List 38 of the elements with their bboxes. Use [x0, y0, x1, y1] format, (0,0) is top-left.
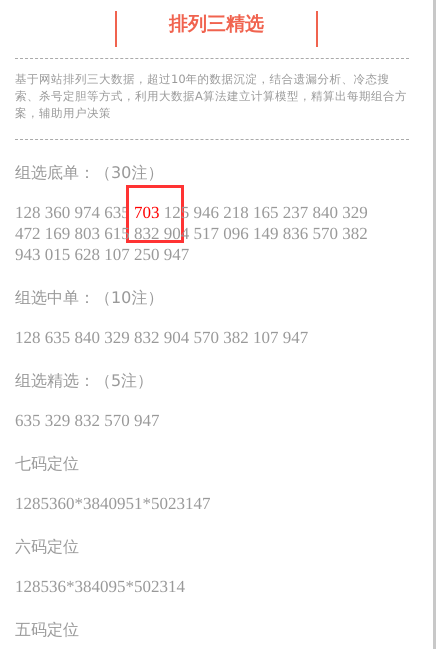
page-title: 排列三精选 — [115, 11, 318, 47]
number-text: 382 — [342, 224, 368, 243]
number-text: 360 — [44, 203, 70, 222]
numbers-text: 635 329 832 570 947 — [15, 410, 160, 431]
number-text: 943 — [15, 245, 40, 264]
number-text: 946 — [194, 203, 219, 222]
number-text: 840 — [312, 203, 338, 222]
section-heading: 七码定位 — [15, 453, 80, 475]
numbers-text: 128 635 840 329 832 904 570 382 107 947 — [15, 327, 310, 348]
number-text: 107 — [104, 245, 130, 264]
section-heading: 组选底单：（30注） — [15, 162, 164, 184]
number-text: 570 — [312, 224, 338, 243]
number-text: 836 — [282, 224, 308, 243]
section-heading: 五码定位 — [15, 619, 80, 641]
number-text: 517 — [194, 224, 219, 243]
number-text: 472 — [15, 224, 40, 243]
number-text: 947 — [164, 245, 190, 264]
number-text: 169 — [44, 224, 70, 243]
number-text: 974 — [74, 203, 100, 222]
number-text: 218 — [223, 203, 249, 222]
section-heading: 六码定位 — [15, 536, 80, 558]
description-text: 基于网站排列三大数据，超过10年的数据沉淀，结合遗漏分析、冷态搜索、杀号定胆等方式，利用大数据A算法建立计算模型，精算出每期组合方案，辅助用户决策 — [15, 58, 409, 140]
number-text: 703 — [134, 203, 160, 222]
number-text: 015 — [44, 245, 70, 264]
number-text: 149 — [253, 224, 278, 243]
number-text: 628 — [74, 245, 100, 264]
number-text: 803 — [74, 224, 100, 243]
number-text: 128 — [15, 203, 40, 222]
section-heading: 组选精选：（5注） — [15, 370, 154, 392]
number-text: 237 — [282, 203, 308, 222]
section-heading: 组选中单：（10注） — [15, 287, 164, 309]
number-text: 165 — [253, 203, 278, 222]
number-text: 096 — [223, 224, 249, 243]
numbers-text: 128536*384095*502314 — [15, 576, 186, 597]
numbers-text: 1285360*3840951*5023147 — [15, 493, 212, 514]
number-text: 329 — [342, 203, 368, 222]
number-text: 832 — [134, 224, 160, 243]
number-text: 250 — [134, 245, 160, 264]
